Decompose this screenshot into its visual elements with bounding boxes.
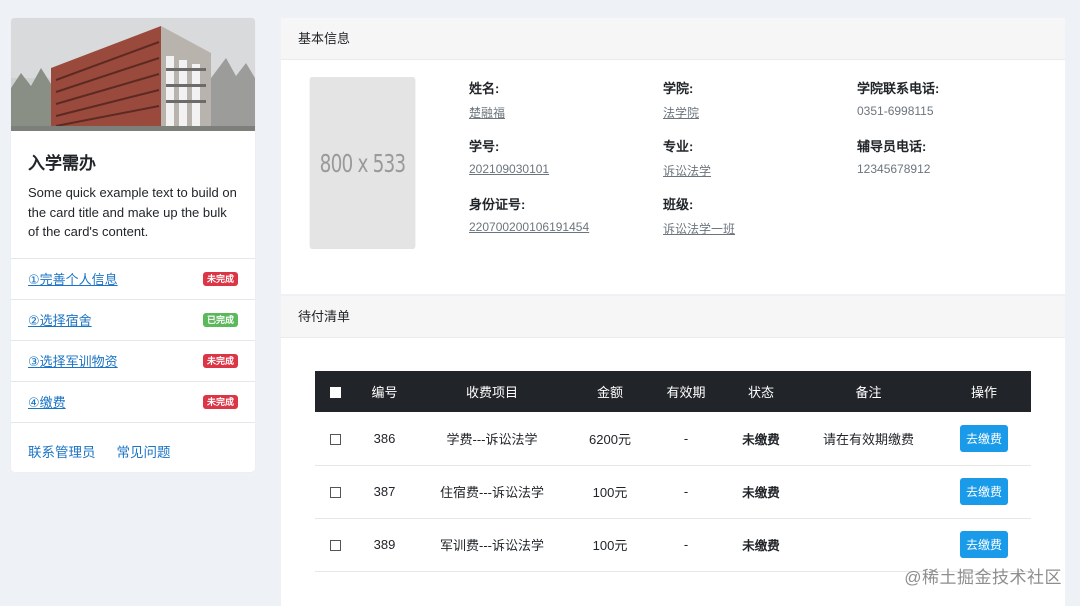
- class-label: 班级:: [663, 197, 694, 212]
- table-row: 387 住宿费---诉讼法学 100元 - 未缴费 去缴费: [315, 465, 1031, 519]
- fee-id: 386: [355, 412, 414, 466]
- fee-status: 未缴费: [722, 518, 800, 572]
- action-cell: 去缴费: [937, 412, 1031, 466]
- row-select-cell: [315, 518, 355, 572]
- counselor-phone-value: 12345678912: [857, 162, 931, 176]
- faq-link[interactable]: 常见问题: [117, 441, 171, 461]
- status-badge: 未完成: [202, 394, 238, 409]
- id-card-label: 身份证号:: [469, 197, 526, 212]
- watermark: @稀土掘金技术社区: [904, 568, 1062, 587]
- enrollment-card: 入学需办 Some quick example text to build on…: [11, 18, 255, 472]
- fee-item: 住宿费---诉讼法学: [414, 465, 570, 519]
- todo-link-payment[interactable]: ④缴费: [28, 392, 66, 411]
- payment-table: 编号 收费项目 金额 有效期 状态 备注 操作 386 学费---诉讼法学 62…: [315, 371, 1031, 572]
- todo-item-payment: ④缴费 未完成: [11, 382, 255, 423]
- row-checkbox[interactable]: [329, 487, 341, 499]
- card-text: Some quick example text to build on the …: [28, 185, 237, 239]
- name-value: 楚融福: [469, 106, 506, 120]
- student-id-label: 学号:: [469, 139, 500, 154]
- college-phone-label: 学院联系电话:: [857, 81, 940, 96]
- row-select-cell: [315, 412, 355, 466]
- pay-button[interactable]: 去缴费: [959, 424, 1008, 452]
- row-checkbox[interactable]: [329, 433, 341, 445]
- table-row: 386 学费---诉讼法学 6200元 - 未缴费 请在有效期缴费 去缴费: [315, 412, 1031, 466]
- card-title: 入学需办: [28, 154, 96, 173]
- profile-image-placeholder: 800 x 533: [309, 77, 416, 249]
- select-all-checkbox[interactable]: [329, 387, 341, 399]
- fee-validity: -: [650, 465, 722, 519]
- fee-validity: -: [650, 412, 722, 466]
- column-header: 状态: [722, 371, 800, 412]
- todo-item-military-supplies: ③选择军训物资 未完成: [11, 341, 255, 382]
- table-header-row: 编号 收费项目 金额 有效期 状态 备注 操作: [315, 371, 1031, 412]
- column-header: 编号: [355, 371, 414, 412]
- todo-item-dormitory: ②选择宿舍 已完成: [11, 300, 255, 341]
- pay-button[interactable]: 去缴费: [959, 478, 1008, 505]
- counselor-phone-label: 辅导员电话:: [857, 139, 927, 154]
- fee-amount: 100元: [570, 465, 650, 519]
- row-checkbox[interactable]: [329, 540, 341, 552]
- status-badge: 未完成: [202, 271, 238, 286]
- building-photo: [11, 18, 255, 131]
- info-column-1: 姓名: 楚融福 学号: 202109030101 身份证号: 220700200…: [469, 78, 659, 252]
- fee-validity: -: [650, 518, 722, 572]
- todo-list: ①完善个人信息 未完成 ②选择宿舍 已完成 ③选择军训物资 未完成 ④缴费 未完…: [11, 257, 255, 423]
- id-card-value: 220700200106191454: [469, 220, 590, 234]
- contact-admin-link[interactable]: 联系管理员: [28, 441, 96, 461]
- major-label: 专业:: [663, 139, 694, 154]
- fee-id: 389: [355, 518, 414, 572]
- column-header: 金额: [570, 371, 650, 412]
- column-header: 有效期: [650, 371, 722, 412]
- college-phone-value: 0351-6998115: [857, 104, 934, 118]
- fee-status: 未缴费: [722, 465, 800, 519]
- fee-item: 军训费---诉讼法学: [414, 518, 570, 572]
- todo-link-dormitory[interactable]: ②选择宿舍: [28, 310, 92, 329]
- basic-info-panel: 基本信息 800 x 533 姓名: 楚融福 学号: 202109030101 …: [281, 18, 1065, 294]
- student-id-value: 202109030101: [469, 162, 550, 176]
- payment-panel: 待付清单 编号 收费项目 金额 有效期 状态 备注 操作 386 学费---诉讼…: [281, 296, 1065, 606]
- todo-link-personal-info[interactable]: ①完善个人信息: [28, 269, 118, 288]
- fee-note: [800, 465, 937, 519]
- major-value: 诉讼法学: [663, 164, 712, 178]
- name-label: 姓名:: [469, 81, 500, 96]
- card-footer-links: 联系管理员 常见问题: [11, 423, 255, 473]
- status-badge: 未完成: [202, 353, 238, 368]
- fee-item: 学费---诉讼法学: [414, 412, 570, 466]
- college-label: 学院:: [663, 81, 694, 96]
- info-column-3: 学院联系电话: 0351-6998115 辅导员电话: 12345678912: [857, 78, 1047, 194]
- select-all-cell: [315, 371, 355, 412]
- todo-link-military-supplies[interactable]: ③选择军训物资: [28, 351, 118, 370]
- row-select-cell: [315, 465, 355, 519]
- payment-header: 待付清单: [281, 296, 1065, 338]
- status-badge: 已完成: [202, 312, 238, 327]
- column-header: 操作: [937, 371, 1031, 412]
- fee-status: 未缴费: [722, 412, 800, 466]
- fee-note: 请在有效期缴费: [800, 412, 937, 466]
- column-header: 备注: [800, 371, 937, 412]
- todo-item-personal-info: ①完善个人信息 未完成: [11, 259, 255, 300]
- fee-id: 387: [355, 465, 414, 519]
- column-header: 收费项目: [414, 371, 570, 412]
- college-value: 法学院: [663, 106, 700, 120]
- fee-amount: 100元: [570, 518, 650, 572]
- action-cell: 去缴费: [937, 465, 1031, 519]
- info-column-2: 学院: 法学院 专业: 诉讼法学 班级: 诉讼法学一班: [663, 78, 853, 252]
- fee-amount: 6200元: [570, 412, 650, 466]
- pay-button[interactable]: 去缴费: [959, 531, 1008, 558]
- basic-info-header: 基本信息: [281, 18, 1065, 60]
- class-value: 诉讼法学一班: [663, 222, 736, 236]
